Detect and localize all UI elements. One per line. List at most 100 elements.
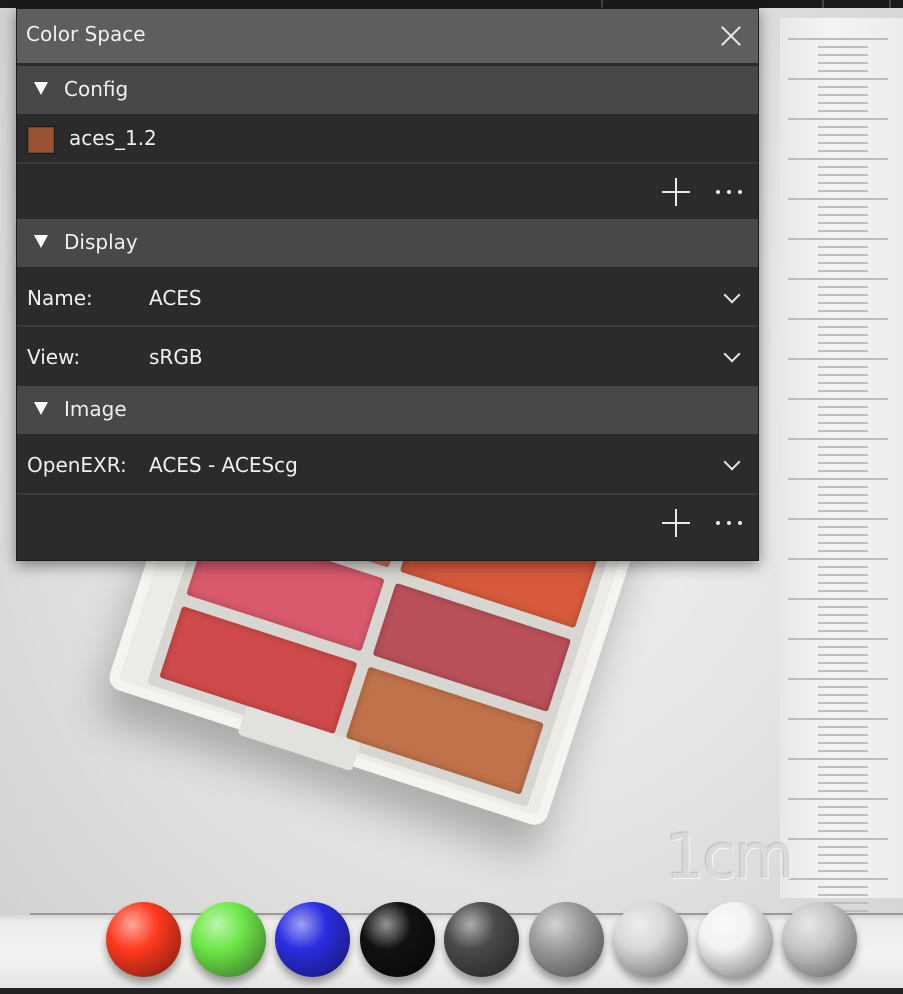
- ruler-tick: [818, 742, 868, 744]
- ruler-tick: [788, 638, 888, 640]
- ruler-tick: [818, 422, 868, 424]
- ruler-tick: [818, 854, 868, 856]
- close-icon[interactable]: [716, 21, 746, 51]
- ruler-tick: [818, 206, 868, 208]
- ruler-tick: [818, 62, 868, 64]
- ruler-tick: [818, 766, 868, 768]
- ruler-tick: [788, 158, 888, 160]
- ruler-tick: [788, 558, 888, 560]
- ruler-tick: [818, 294, 868, 296]
- add-image-rule-icon[interactable]: [662, 509, 690, 537]
- ruler-tick: [818, 886, 868, 888]
- section-display-header[interactable]: Display: [17, 219, 758, 267]
- ruler-tick: [818, 830, 868, 832]
- section-image-label: Image: [64, 397, 127, 421]
- ruler-tick: [818, 614, 868, 616]
- ruler-1cm-label: 1cm: [665, 820, 795, 893]
- ruler-tick: [818, 750, 868, 752]
- config-color-swatch: [27, 126, 55, 154]
- display-name-row[interactable]: Name: ACES: [17, 268, 758, 327]
- ruler-tick: [788, 238, 888, 240]
- ruler-tick: [788, 198, 888, 200]
- ruler-tick: [818, 350, 868, 352]
- config-actions: [17, 166, 758, 218]
- panel-title: Color Space: [26, 22, 146, 46]
- ruler-tick: [818, 502, 868, 504]
- chevron-down-icon[interactable]: [723, 345, 741, 363]
- ruler-tick: [818, 894, 868, 896]
- ruler-tick: [818, 622, 868, 624]
- ruler-tick: [818, 646, 868, 648]
- ruler-tick: [818, 582, 868, 584]
- display-view-label: View:: [27, 345, 81, 369]
- ruler-tick: [818, 574, 868, 576]
- ruler-tick: [818, 590, 868, 592]
- collapse-triangle-icon: [34, 402, 48, 415]
- chevron-down-icon[interactable]: [723, 453, 741, 471]
- ruler-tick: [818, 782, 868, 784]
- display-view-value[interactable]: sRGB: [149, 345, 203, 369]
- ruler-tick: [818, 814, 868, 816]
- ruler-tick: [818, 462, 868, 464]
- panel-titlebar[interactable]: Color Space: [17, 9, 758, 63]
- more-options-icon[interactable]: [716, 513, 742, 533]
- chevron-down-icon[interactable]: [723, 286, 741, 304]
- ruler-tick: [818, 550, 868, 552]
- display-name-value[interactable]: ACES: [149, 286, 202, 310]
- ruler-tick: [818, 414, 868, 416]
- section-config-header[interactable]: Config: [17, 66, 758, 114]
- ruler-tick: [818, 862, 868, 864]
- ruler-tick: [818, 662, 868, 664]
- more-options-icon[interactable]: [716, 182, 742, 202]
- ruler-tick: [788, 678, 888, 680]
- image-openexr-value[interactable]: ACES - ACEScg: [149, 453, 298, 477]
- ruler-tick: [788, 518, 888, 520]
- add-config-icon[interactable]: [662, 178, 690, 206]
- section-display-label: Display: [64, 230, 138, 254]
- ruler-tick: [818, 406, 868, 408]
- ruler-tick: [818, 846, 868, 848]
- ruler-tick: [818, 54, 868, 56]
- sphere: [359, 902, 435, 977]
- sphere: [528, 902, 604, 977]
- ruler-tick: [788, 798, 888, 800]
- ruler-tick: [818, 670, 868, 672]
- ruler-tick: [818, 654, 868, 656]
- ruler-tick: [818, 366, 868, 368]
- ruler-tick: [788, 438, 888, 440]
- ruler-tick: [818, 470, 868, 472]
- ruler: [780, 18, 903, 912]
- ruler-tick: [818, 630, 868, 632]
- ruler-tick: [818, 774, 868, 776]
- ruler-tick: [818, 542, 868, 544]
- sphere: [444, 902, 519, 977]
- ruler-tick: [818, 486, 868, 488]
- section-image-header[interactable]: Image: [17, 386, 758, 434]
- ruler-tick: [818, 254, 868, 256]
- ruler-tick: [818, 110, 868, 112]
- ruler-tick: [818, 726, 868, 728]
- ruler-tick: [818, 430, 868, 432]
- ruler-tick: [818, 94, 868, 96]
- collapse-triangle-icon: [34, 235, 48, 248]
- ruler-tick: [818, 142, 868, 144]
- ruler-tick: [818, 566, 868, 568]
- ruler-tick: [818, 822, 868, 824]
- image-openexr-label: OpenEXR:: [27, 453, 127, 477]
- ruler-tick: [788, 78, 888, 80]
- config-item-row[interactable]: aces_1.2: [17, 114, 758, 164]
- ruler-tick: [818, 166, 868, 168]
- collapse-triangle-icon: [34, 82, 48, 95]
- ruler-tick: [818, 150, 868, 152]
- ruler-tick: [818, 702, 868, 704]
- ruler-tick: [818, 686, 868, 688]
- display-view-row[interactable]: View: sRGB: [17, 327, 758, 386]
- image-openexr-row[interactable]: OpenEXR: ACES - ACEScg: [17, 435, 758, 495]
- sphere: [613, 902, 688, 977]
- ruler-tick: [818, 734, 868, 736]
- ruler-tick: [818, 246, 868, 248]
- ruler-tick: [788, 358, 888, 360]
- ruler-tick: [818, 390, 868, 392]
- ruler-tick: [788, 318, 888, 320]
- ruler-tick: [818, 510, 868, 512]
